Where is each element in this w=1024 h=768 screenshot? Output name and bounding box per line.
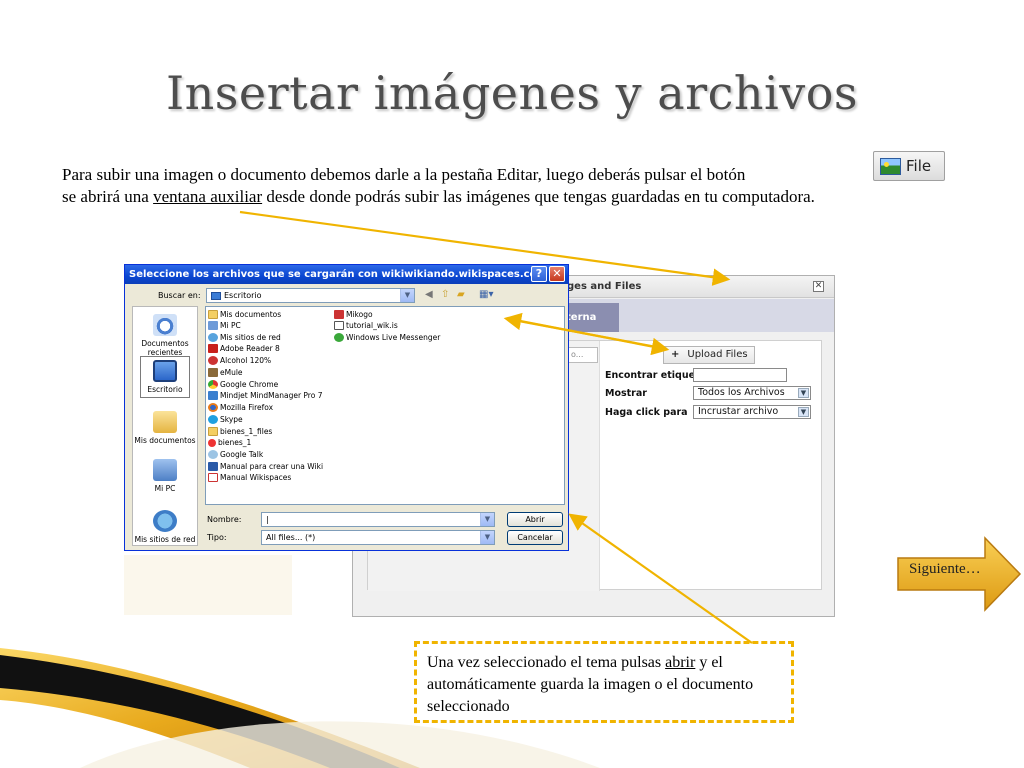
slide-decoration: [0, 210, 1022, 768]
arrow-to-dialog: [239, 210, 731, 286]
next-button[interactable]: Siguiente…: [909, 561, 981, 578]
arrow-upload-head: [509, 317, 670, 356]
next-button-label: Siguiente…: [909, 561, 981, 577]
arrow-to-open-button: [568, 513, 753, 644]
